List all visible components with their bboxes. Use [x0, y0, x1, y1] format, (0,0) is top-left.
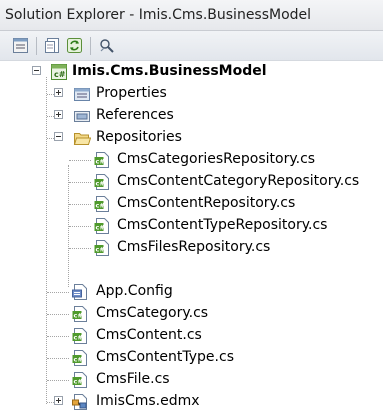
- tree-item-file[interactable]: c# CmsContentCategoryRepository.cs: [0, 171, 383, 193]
- tree-guide-line: [69, 182, 91, 183]
- svg-text:c#: c#: [96, 158, 105, 166]
- expand-toggle[interactable]: [54, 110, 63, 119]
- tree-guide-line: [47, 336, 69, 337]
- repositories-label: Repositories: [96, 129, 182, 145]
- csharp-project-icon: c#: [51, 64, 67, 80]
- title-bar: Solution Explorer - Imis.Cms.BusinessMod…: [0, 0, 383, 31]
- toolbar: [0, 31, 383, 61]
- tree-item-file[interactable]: c# CmsCategoriesRepository.cs: [0, 149, 383, 171]
- references-icon: [74, 111, 90, 122]
- csharp-file-icon: c#: [94, 196, 109, 212]
- references-label: References: [96, 107, 174, 123]
- solution-tree: c# Imis.Cms.BusinessModel Properties Ref…: [0, 61, 383, 419]
- tree-item-repositories[interactable]: Repositories: [0, 127, 383, 149]
- svg-text:c#: c#: [96, 246, 105, 254]
- tree-guide-line: [69, 226, 91, 227]
- properties-label: Properties: [96, 85, 167, 101]
- properties-folder-icon: [74, 88, 90, 101]
- svg-text:c#: c#: [96, 180, 105, 188]
- show-all-files-icon[interactable]: [44, 37, 61, 54]
- tree-guide-line: [47, 292, 69, 293]
- refresh-icon[interactable]: [66, 37, 83, 54]
- svg-text:c#: c#: [96, 224, 105, 232]
- collapse-toggle[interactable]: [54, 132, 63, 141]
- tree-item-file[interactable]: c# CmsFilesRepository.cs: [0, 237, 383, 259]
- tree-guide-line: [47, 314, 69, 315]
- tree-guide-line: [69, 160, 91, 161]
- csharp-file-icon: c#: [72, 350, 87, 366]
- csharp-file-icon: c#: [94, 174, 109, 190]
- edmx-file-icon: [72, 394, 87, 410]
- toolbar-separator: [36, 37, 37, 55]
- csharp-file-icon: c#: [72, 328, 87, 344]
- tree-guide-line: [47, 358, 69, 359]
- tree-item-file[interactable]: c# CmsContentType.cs: [0, 347, 383, 369]
- file-label: App.Config: [96, 283, 173, 299]
- tree-guide-line: [47, 380, 69, 381]
- collapse-toggle[interactable]: [32, 66, 41, 75]
- tree-item-properties[interactable]: Properties: [0, 83, 383, 105]
- expand-toggle[interactable]: [54, 88, 63, 97]
- tree-item-project[interactable]: c# Imis.Cms.BusinessModel: [0, 61, 383, 83]
- svg-text:c#: c#: [74, 356, 83, 364]
- file-label: CmsContentCategoryRepository.cs: [117, 173, 360, 189]
- svg-text:c#: c#: [74, 334, 83, 342]
- window-title: Solution Explorer - Imis.Cms.BusinessMod…: [5, 7, 312, 23]
- folder-open-icon: [73, 133, 91, 145]
- config-file-icon: [72, 284, 87, 300]
- csharp-file-icon: c#: [94, 218, 109, 234]
- expand-toggle[interactable]: [54, 396, 63, 405]
- tree-item-file[interactable]: c# CmsContentRepository.cs: [0, 193, 383, 215]
- tree-item-file[interactable]: c# CmsCategory.cs: [0, 303, 383, 325]
- svg-text:c#: c#: [74, 378, 83, 386]
- svg-text:c#: c#: [74, 312, 83, 320]
- properties-icon[interactable]: [12, 37, 29, 54]
- file-label: CmsContentType.cs: [96, 349, 234, 365]
- tree-item-file[interactable]: c# CmsContentTypeRepository.cs: [0, 215, 383, 237]
- file-label: CmsContentTypeRepository.cs: [117, 217, 328, 233]
- svg-text:c#: c#: [54, 70, 66, 79]
- tree-guide-line: [69, 204, 91, 205]
- csharp-file-icon: c#: [72, 372, 87, 388]
- file-label: CmsCategoriesRepository.cs: [117, 151, 316, 167]
- tree-item-references[interactable]: References: [0, 105, 383, 127]
- toolbar-separator: [90, 37, 91, 55]
- file-label: CmsContent.cs: [96, 327, 202, 343]
- tree-item-file[interactable]: c# CmsFile.cs: [0, 369, 383, 391]
- csharp-file-icon: c#: [94, 240, 109, 256]
- csharp-file-icon: c#: [94, 152, 109, 168]
- class-diagram-icon[interactable]: [98, 37, 115, 54]
- csharp-file-icon: c#: [72, 306, 87, 322]
- tree-item-file[interactable]: App.Config: [0, 281, 383, 303]
- tree-item-edmx[interactable]: ImisCms.edmx: [0, 391, 383, 413]
- file-label: ImisCms.edmx: [96, 393, 200, 409]
- tree-guide-line: [69, 248, 91, 249]
- project-label: Imis.Cms.BusinessModel: [72, 63, 267, 79]
- tree-item-file[interactable]: c# CmsContent.cs: [0, 325, 383, 347]
- svg-text:c#: c#: [96, 202, 105, 210]
- file-label: CmsFile.cs: [96, 371, 170, 387]
- file-label: CmsContentRepository.cs: [117, 195, 296, 211]
- file-label: CmsCategory.cs: [96, 305, 209, 321]
- file-label: CmsFilesRepository.cs: [117, 239, 271, 255]
